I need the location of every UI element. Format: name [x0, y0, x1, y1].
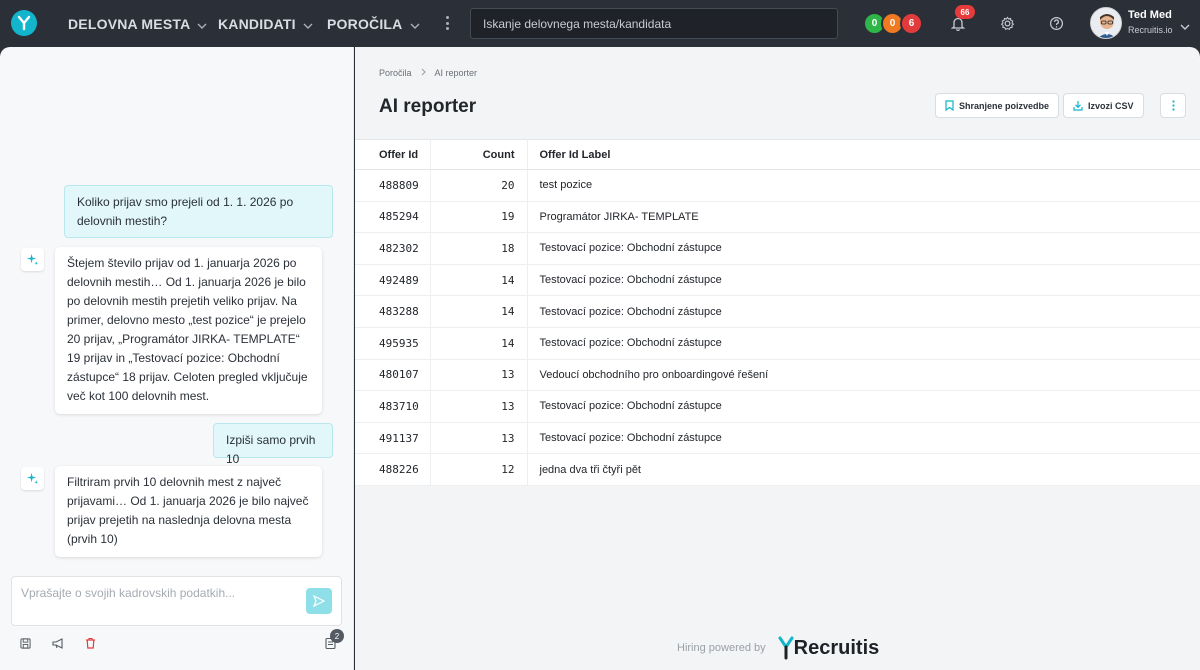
history-count-badge: 2 [330, 629, 344, 643]
kebab-icon [1171, 100, 1175, 111]
report-panel: Poročila AI reporter AI reporter Shranje… [355, 47, 1200, 670]
search-input[interactable] [470, 8, 838, 39]
cell-offer-id: 495935 [355, 327, 431, 360]
cell-offer-label: test pozice [527, 169, 1200, 202]
status-dot-red[interactable]: 6 [900, 12, 923, 35]
send-button[interactable] [306, 588, 332, 614]
chat-input-placeholder: Vprašajte o svojih kadrovskih podatkih..… [21, 586, 236, 600]
cell-offer-label: jedna dva tři čtyři pět [527, 453, 1200, 486]
breadcrumb-reports[interactable]: Poročila [379, 68, 412, 78]
nav-job-positions[interactable]: DELOVNA MESTA [68, 0, 207, 47]
help-icon[interactable] [1045, 12, 1067, 34]
cell-count: 20 [430, 169, 528, 202]
ai-message: Štejem število prijav od 1. januarja 202… [55, 247, 322, 414]
table-row[interactable]: 491137 13 Testovací pozice: Obchodní zástu… [355, 422, 1200, 455]
gear-icon[interactable] [996, 12, 1018, 34]
cell-offer-id: 482302 [355, 232, 431, 265]
sparkle-icon [21, 248, 44, 271]
cell-offer-label: Testovací pozice: Obchodní zástupce [527, 422, 1200, 455]
nav-candidates[interactable]: KANDIDATI [218, 0, 313, 47]
table-header-row: Offer Id Count Offer Id Label [355, 139, 1200, 170]
nav-label: KANDIDATI [218, 15, 296, 32]
export-csv-label: Izvozi CSV [1088, 100, 1134, 111]
table-row[interactable]: 485294 19 Programátor JIRKA- TEMPLATE [355, 201, 1200, 234]
more-options-button[interactable] [1160, 93, 1186, 118]
table-row[interactable]: 495935 14 Testovací pozice: Obchodní zástu… [355, 327, 1200, 360]
user-org: Recruitis.io [1128, 25, 1173, 35]
table-row[interactable]: 482302 18 Testovací pozice: Obchodní zástu… [355, 232, 1200, 265]
table-row[interactable]: 483710 13 Testovací pozice: Obchodní zástu… [355, 390, 1200, 423]
table-row[interactable]: 488809 20 test pozice [355, 169, 1200, 202]
recruitis-brand[interactable]: Recruitis [778, 635, 880, 661]
page-title: AI reporter [379, 96, 477, 117]
nav-label: DELOVNA MESTA [68, 15, 191, 32]
notification-badge: 66 [955, 5, 975, 19]
chevron-down-icon [303, 16, 313, 32]
cell-count: 19 [430, 201, 528, 234]
cell-count: 14 [430, 327, 528, 360]
export-csv-button[interactable]: Izvozi CSV [1063, 93, 1144, 118]
saved-queries-label: Shranjene poizvedbe [959, 100, 1050, 111]
nav-reports[interactable]: POROČILA [327, 0, 420, 47]
cell-offer-label: Testovací pozice: Obchodní zástupce [527, 327, 1200, 360]
cell-count: 18 [430, 232, 528, 265]
user-name: Ted Med [1128, 9, 1172, 21]
cell-count: 14 [430, 295, 528, 328]
cell-offer-id: 480107 [355, 359, 431, 392]
cell-offer-label: Testovací pozice: Obchodní zástupce [527, 390, 1200, 423]
breadcrumb: Poročila AI reporter [379, 68, 477, 78]
ai-message: Filtriram prvih 10 delovnih mest z najve… [55, 466, 322, 557]
table-row[interactable]: 483288 14 Testovací pozice: Obchodní zástu… [355, 295, 1200, 328]
cell-count: 13 [430, 390, 528, 423]
nav-label: POROČILA [327, 15, 403, 32]
user-message: Izpiši samo prvih 10 [213, 423, 333, 466]
cell-offer-label: Vedoucí obchodního pro onboardingové řeš… [527, 359, 1200, 392]
chat-input[interactable]: Vprašajte o svojih kadrovskih podatkih..… [11, 576, 342, 626]
cell-count: 12 [430, 453, 528, 486]
user-message: Koliko prijav smo prejeli od 1. 1. 2026 … [64, 185, 333, 238]
cell-offer-id: 485294 [355, 201, 431, 234]
table-row[interactable]: 492489 14 Testovací pozice: Obchodní zástu… [355, 264, 1200, 297]
cell-offer-label: Testovací pozice: Obchodní zástupce [527, 232, 1200, 265]
more-menu-icon[interactable] [441, 14, 453, 32]
cell-offer-id: 483710 [355, 390, 431, 423]
footer-text: Hiring powered by [677, 642, 766, 654]
cell-count: 13 [430, 422, 528, 455]
cell-offer-id: 488809 [355, 169, 431, 202]
saved-queries-button[interactable]: Shranjene poizvedbe [935, 93, 1060, 118]
cell-offer-id: 492489 [355, 264, 431, 297]
results-table: Offer Id Count Offer Id Label 488809 20 te… [355, 139, 1200, 486]
cell-count: 14 [430, 264, 528, 297]
cell-count: 13 [430, 359, 528, 392]
cell-offer-label: Programátor JIRKA- TEMPLATE [527, 201, 1200, 234]
cell-offer-id: 483288 [355, 295, 431, 328]
table-row[interactable]: 488226 12 jedna dva tři čtyři pět [355, 453, 1200, 486]
recruitis-logo-icon [778, 636, 794, 660]
column-header-offer-id[interactable]: Offer Id [355, 139, 431, 170]
megaphone-icon[interactable] [49, 634, 67, 652]
chevron-right-icon [421, 68, 426, 78]
cell-offer-label: Testovací pozice: Obchodní zástupce [527, 264, 1200, 297]
recruitis-logo-icon[interactable] [11, 10, 37, 36]
brand-name: Recruitis [793, 636, 880, 659]
bookmark-icon [945, 100, 954, 111]
sparkle-icon [21, 467, 44, 490]
footer: Hiring powered by Recruitis [677, 635, 879, 661]
download-icon [1073, 101, 1083, 111]
column-header-offer-label[interactable]: Offer Id Label [527, 139, 1200, 170]
table-row[interactable]: 480107 13 Vedoucí obchodního pro onboardin… [355, 359, 1200, 392]
avatar[interactable] [1090, 7, 1122, 39]
send-icon [313, 595, 325, 607]
chevron-down-icon [410, 16, 420, 32]
breadcrumb-current: AI reporter [434, 68, 478, 78]
trash-icon[interactable] [81, 634, 99, 652]
chevron-down-icon [197, 16, 207, 32]
save-icon[interactable] [16, 634, 34, 652]
column-header-count[interactable]: Count [430, 139, 528, 170]
cell-offer-id: 491137 [355, 422, 431, 455]
chevron-down-icon[interactable] [1180, 17, 1190, 35]
cell-offer-id: 488226 [355, 453, 431, 486]
cell-offer-label: Testovací pozice: Obchodní zástupce [527, 295, 1200, 328]
top-bar: DELOVNA MESTA KANDIDATI POROČILA 0 0 6 6… [0, 0, 1200, 47]
